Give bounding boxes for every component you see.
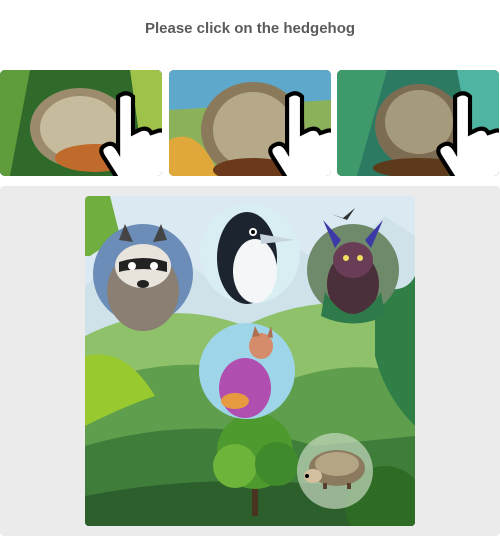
hand-cursor-icon bbox=[268, 91, 331, 176]
example-image-hedgehog-1 bbox=[0, 70, 162, 176]
example-image-hedgehog-3 bbox=[337, 70, 499, 176]
hedgehog-image[interactable] bbox=[297, 433, 373, 509]
penguin-image[interactable] bbox=[200, 204, 300, 304]
hand-cursor-icon bbox=[99, 91, 162, 176]
challenge-image[interactable] bbox=[85, 196, 415, 526]
example-images bbox=[0, 70, 500, 176]
cat-image[interactable] bbox=[199, 323, 295, 419]
example-image-hedgehog-2 bbox=[169, 70, 331, 176]
hand-cursor-icon bbox=[436, 91, 499, 176]
instruction-text: Please click on the hedgehog bbox=[144, 20, 356, 37]
